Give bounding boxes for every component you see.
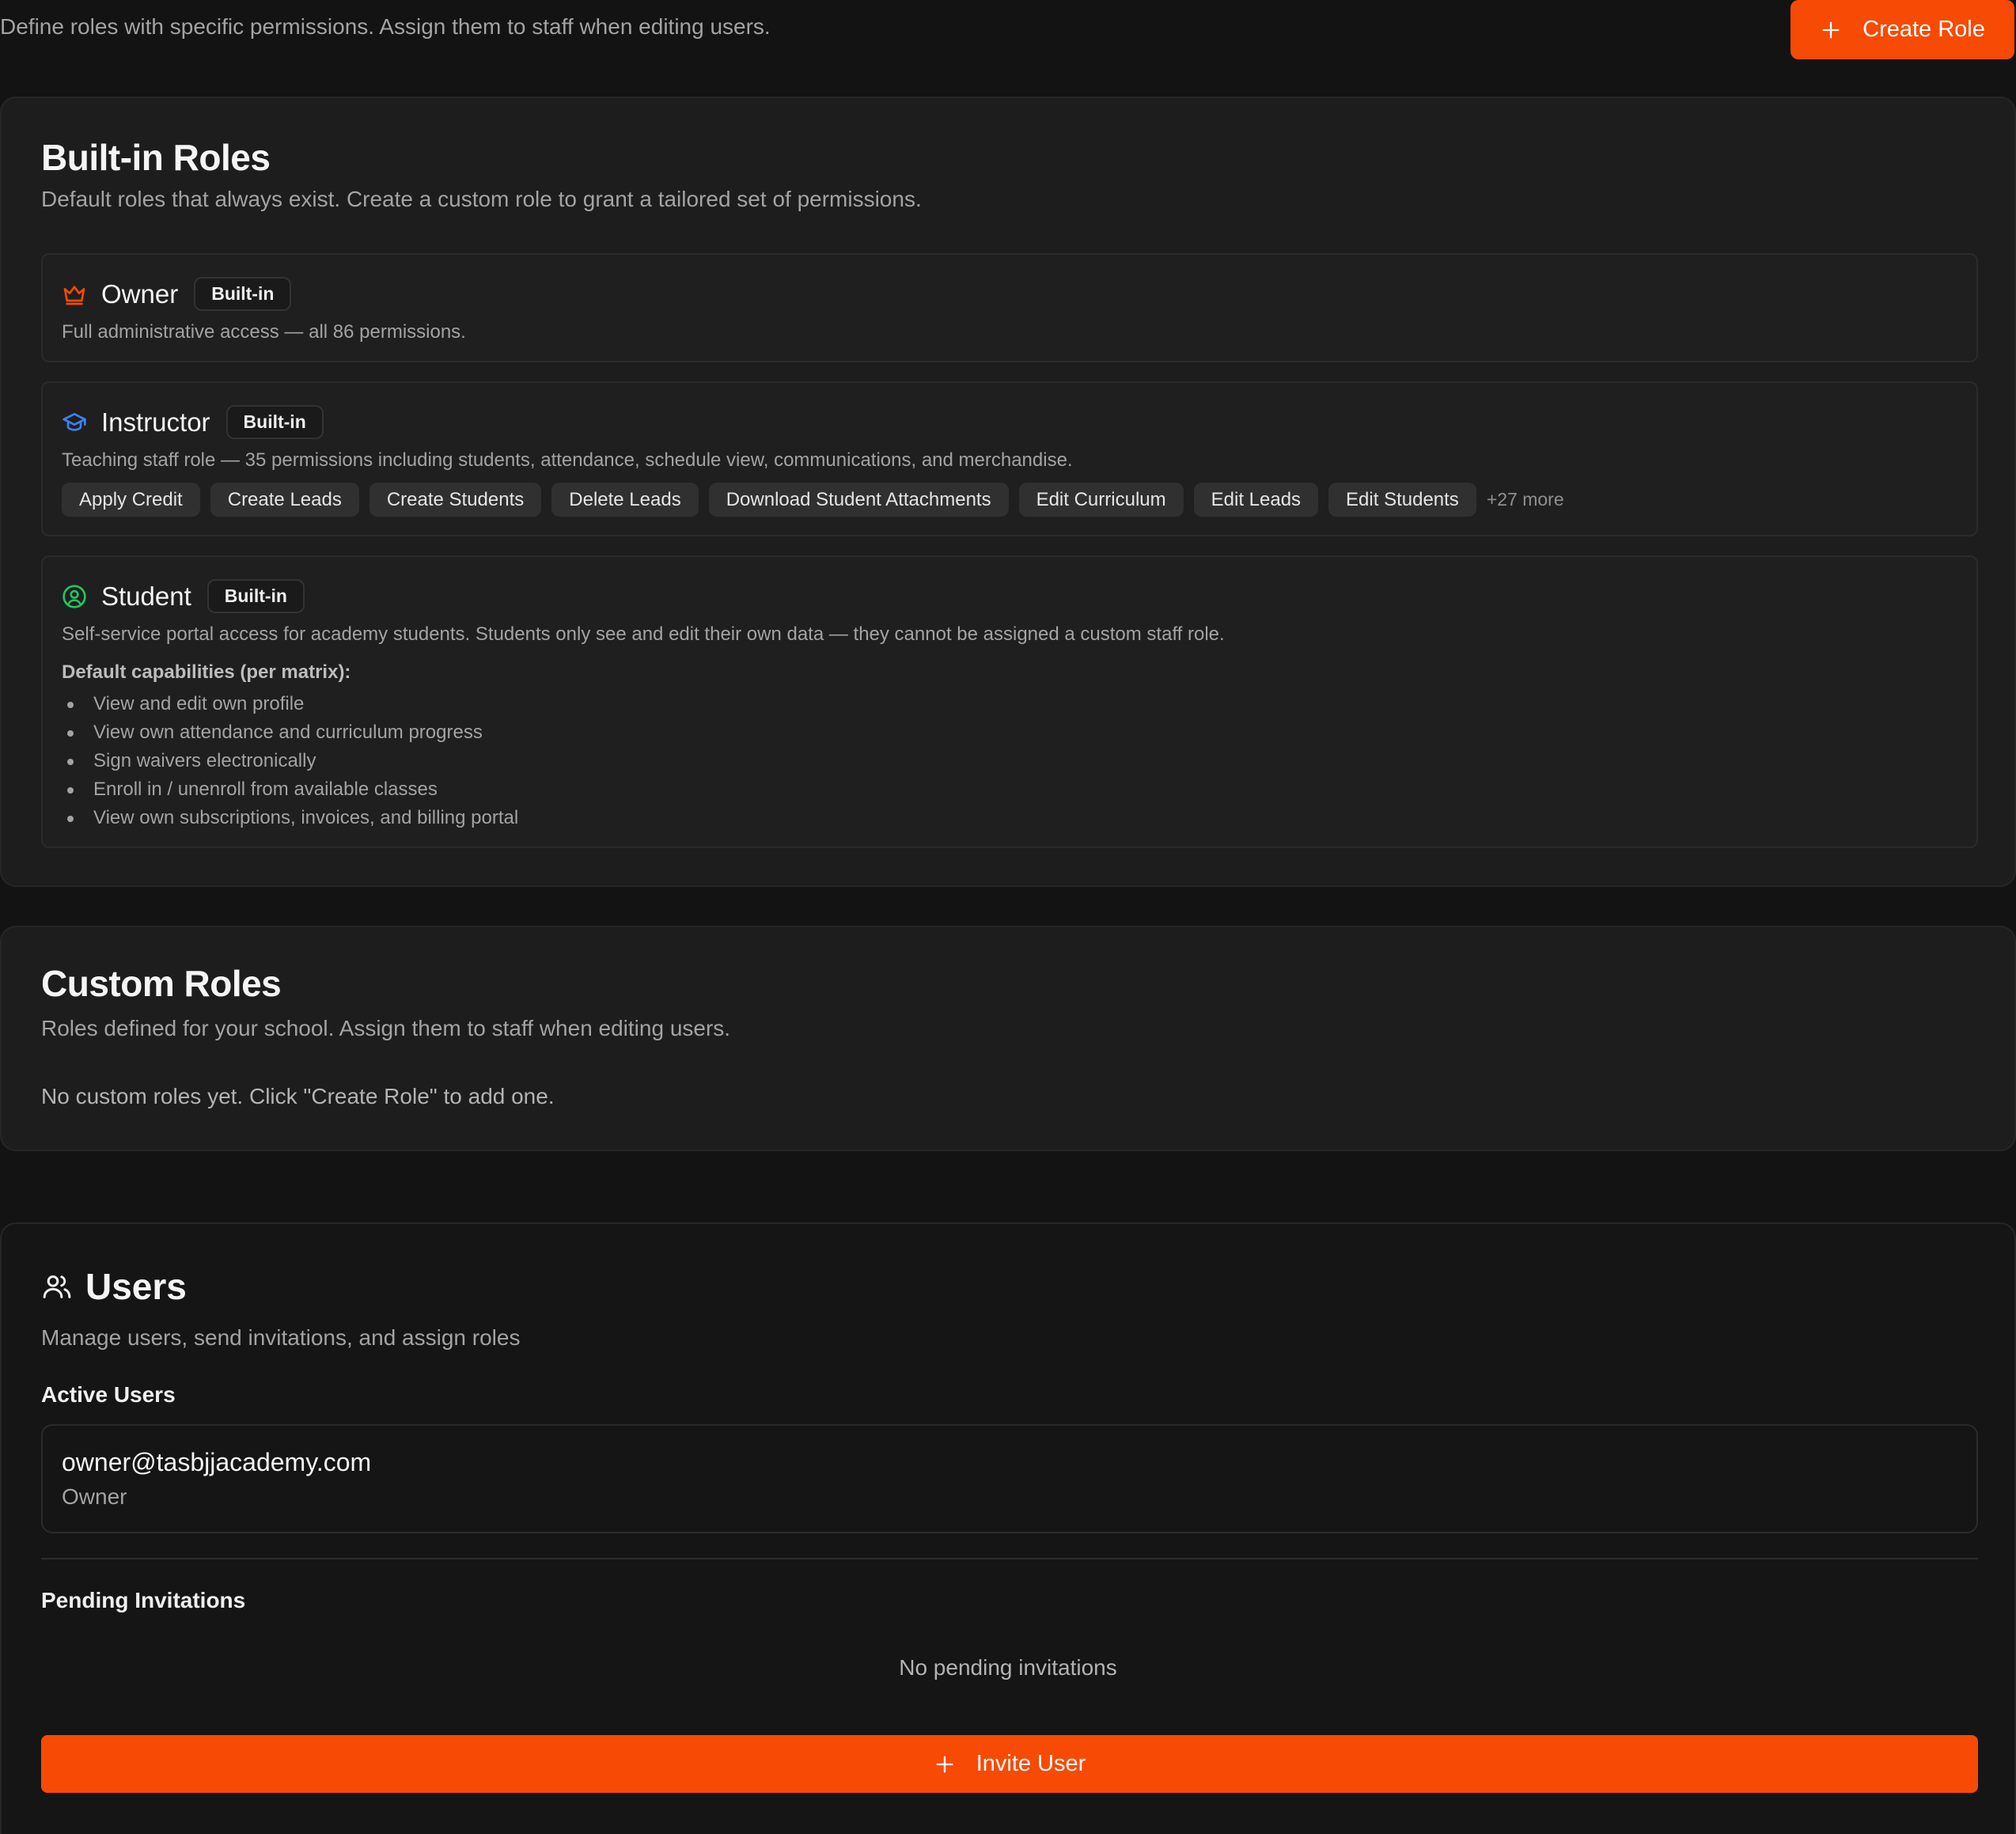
role-owner-description: Full administrative access — all 86 perm…	[62, 321, 466, 343]
role-instructor-description: Teaching staff role — 35 permissions inc…	[62, 449, 1073, 471]
permission-chip: Apply Credit	[62, 483, 200, 517]
create-role-button[interactable]: Create Role	[1791, 0, 2014, 59]
role-student: Student Built-in Self-service portal acc…	[41, 555, 1978, 848]
invite-user-label: Invite User	[976, 1751, 1086, 1776]
custom-roles-card: Custom Roles Roles defined for your scho…	[0, 926, 2016, 1151]
role-instructor: Instructor Built-in Teaching staff role …	[41, 381, 1978, 536]
builtin-roles-card: Built-in Roles Default roles that always…	[0, 97, 2016, 887]
list-item: Enroll in / unenroll from available clas…	[62, 775, 518, 804]
list-item: Sign waivers electronically	[62, 747, 518, 775]
users-card: Users Manage users, send invitations, an…	[0, 1222, 2016, 1834]
role-owner: Owner Built-in Full administrative acces…	[41, 253, 1978, 362]
builtin-roles-title: Built-in Roles	[41, 137, 271, 178]
divider	[41, 1558, 1978, 1559]
capabilities-title: Default capabilities (per matrix):	[62, 661, 351, 683]
role-student-description: Self-service portal access for academy s…	[62, 623, 1225, 645]
plus-icon	[936, 1756, 953, 1772]
instructor-permission-chips: Apply Credit Create Leads Create Student…	[62, 483, 1564, 517]
role-instructor-name: Instructor	[101, 407, 210, 437]
invite-user-button[interactable]: Invite User	[41, 1735, 1978, 1793]
custom-roles-empty: No custom roles yet. Click "Create Role"…	[41, 1084, 555, 1108]
list-item: View own attendance and curriculum progr…	[62, 718, 518, 747]
active-users-label: Active Users	[41, 1382, 176, 1407]
list-item: View and edit own profile	[62, 690, 518, 718]
permission-chip: Create Students	[369, 483, 542, 517]
list-item: View own subscriptions, invoices, and bi…	[62, 804, 518, 832]
custom-roles-subtitle: Roles defined for your school. Assign th…	[41, 1016, 731, 1040]
user-circle-icon	[63, 584, 86, 608]
page-description: Define roles with specific permissions. …	[0, 14, 771, 39]
permission-chip: Download Student Attachments	[708, 483, 1009, 517]
capabilities-list: View and edit own profile View own atten…	[62, 690, 518, 832]
user-row[interactable]: owner@tasbjjacademy.com Owner	[41, 1424, 1978, 1533]
create-role-label: Create Role	[1863, 17, 1985, 42]
permission-chip: Delete Leads	[551, 483, 699, 517]
pending-invitations-label: Pending Invitations	[41, 1588, 246, 1612]
users-icon	[43, 1275, 71, 1298]
permission-chip: Edit Students	[1328, 483, 1476, 517]
builtin-badge: Built-in	[194, 277, 292, 311]
builtin-roles-subtitle: Default roles that always exist. Create …	[41, 187, 922, 211]
builtin-badge: Built-in	[207, 579, 305, 613]
users-title: Users	[85, 1266, 187, 1307]
graduation-cap-icon	[63, 412, 86, 431]
crown-icon	[63, 285, 85, 305]
user-role: Owner	[62, 1484, 127, 1509]
user-email: owner@tasbjjacademy.com	[62, 1448, 372, 1476]
pending-empty-text: No pending invitations	[899, 1655, 1117, 1680]
plus-icon	[1822, 21, 1840, 38]
permission-chip: Edit Curriculum	[1018, 483, 1184, 517]
more-permissions-label: +27 more	[1486, 489, 1564, 510]
roles-settings-page: Define roles with specific permissions. …	[0, 0, 2016, 1834]
role-owner-name: Owner	[101, 279, 179, 309]
role-student-name: Student	[101, 581, 191, 611]
builtin-badge: Built-in	[225, 405, 324, 439]
custom-roles-title: Custom Roles	[41, 963, 282, 1004]
permission-chip: Edit Leads	[1193, 483, 1319, 517]
users-subtitle: Manage users, send invitations, and assi…	[41, 1325, 521, 1350]
permission-chip: Create Leads	[210, 483, 359, 517]
